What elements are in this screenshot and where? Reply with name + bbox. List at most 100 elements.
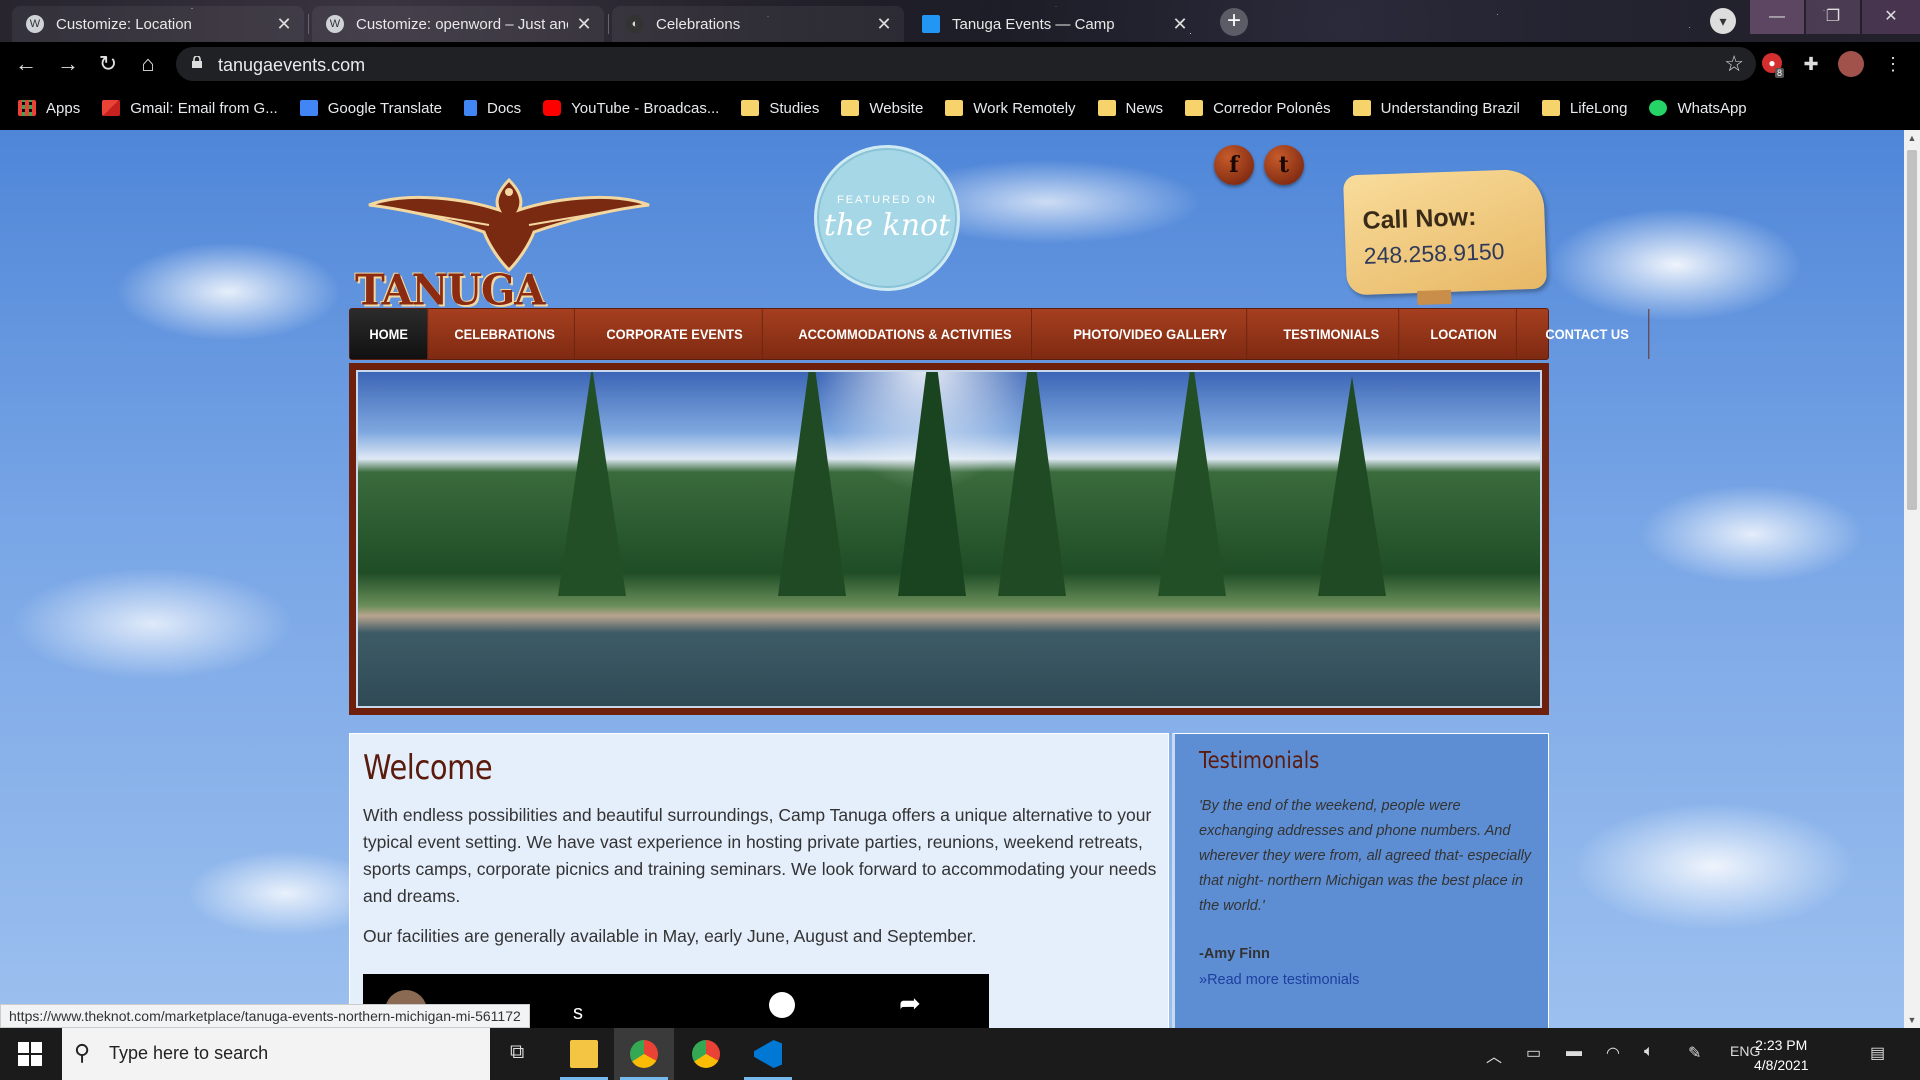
back-icon[interactable]: ← <box>10 48 42 80</box>
bookmark-whatsapp[interactable]: WhatsApp <box>1649 100 1747 117</box>
watch-later-icon[interactable] <box>769 992 795 1018</box>
battery-icon[interactable]: ▬ <box>1566 1043 1582 1061</box>
pine-tree <box>558 372 626 596</box>
scrollbar-thumb[interactable] <box>1907 150 1917 510</box>
bookmark-google-translate[interactable]: Google Translate <box>299 99 442 117</box>
avatar[interactable] <box>1838 51 1864 77</box>
forward-icon[interactable]: → <box>52 48 84 80</box>
read-more-testimonials-link[interactable]: »Read more testimonials <box>1199 972 1359 988</box>
bookmark-folder-studies[interactable]: Studies <box>741 100 819 117</box>
scroll-up-icon[interactable]: ▲ <box>1904 130 1920 146</box>
clock-time: 2:23 PM <box>1755 1037 1808 1053</box>
translate-icon <box>299 100 318 116</box>
nav-testimonials[interactable]: TESTIMONIALS <box>1264 309 1400 359</box>
testimonials-heading: Testimonials <box>1199 748 1320 774</box>
nav-accommodations-activities[interactable]: ACCOMMODATIONS & ACTIVITIES <box>779 309 1032 359</box>
page-viewport: TANUGA EVENTS FEATURED ON the knot f t C… <box>0 130 1904 1028</box>
availability-paragraph: Our facilities are generally available i… <box>363 926 977 946</box>
welcome-paragraph: With endless possibilities and beautiful… <box>363 805 1157 906</box>
welcome-heading: Welcome <box>363 748 493 788</box>
tab-tanuga-events[interactable]: Tanuga Events — Camp ✕ <box>908 6 1200 42</box>
bookmark-label: LifeLong <box>1569 99 1628 117</box>
bookmark-star-icon[interactable]: ☆ <box>1724 51 1744 77</box>
bookmark-folder-corredor-polones[interactable]: Corredor Polonês <box>1185 100 1331 117</box>
task-view-button[interactable]: ⧉ <box>490 1028 550 1080</box>
lock-icon <box>192 56 202 68</box>
pine-tree <box>1158 372 1226 596</box>
bookmark-docs[interactable]: Docs <box>463 100 521 117</box>
extensions-puzzle-icon[interactable]: ✚ <box>1798 51 1824 77</box>
call-now-label: Call Now: <box>1362 202 1477 235</box>
minimize-button[interactable]: — <box>1750 0 1804 34</box>
twitter-icon[interactable]: t <box>1264 145 1304 185</box>
share-icon[interactable]: ➦ <box>899 988 921 1019</box>
tab-close-icon[interactable]: ✕ <box>576 14 592 35</box>
tab-close-icon[interactable]: ✕ <box>876 14 892 35</box>
taskbar-chrome-active[interactable] <box>614 1028 674 1080</box>
tab-close-icon[interactable]: ✕ <box>1172 14 1188 35</box>
clock-date: 4/8/2021 <box>1754 1057 1809 1073</box>
vscode-icon <box>754 1040 782 1068</box>
tab-customize-location[interactable]: W Customize: Location ✕ <box>12 6 304 42</box>
taskbar-search[interactable]: ⚲ Type here to search <box>62 1028 490 1080</box>
taskbar-file-explorer[interactable] <box>554 1028 614 1080</box>
bookmark-folder-lifelong[interactable]: LifeLong <box>1541 99 1628 117</box>
bookmark-folder-news[interactable]: News <box>1097 100 1163 117</box>
notifications-icon[interactable]: ▤ <box>1870 1043 1885 1063</box>
nav-photo-video-gallery[interactable]: PHOTO/VIDEO GALLERY <box>1054 309 1247 359</box>
the-knot-badge[interactable]: FEATURED ON the knot <box>814 145 960 291</box>
knot-featured-label: FEATURED ON <box>836 194 938 206</box>
menu-kebab-icon[interactable]: ⋮ <box>1880 51 1906 77</box>
windows-start-icon[interactable] <box>18 1042 42 1066</box>
facebook-icon[interactable]: f <box>1214 145 1254 185</box>
tab-divider <box>308 14 309 34</box>
bookmark-label: Google Translate <box>327 99 442 117</box>
system-clock[interactable]: 2:23 PM 4/8/2021 <box>1754 1035 1809 1075</box>
volume-icon[interactable]: 🔈︎ <box>1644 1043 1654 1061</box>
page-scrollbar[interactable]: ▲ ▼ <box>1904 130 1920 1028</box>
site-favicon-icon: ◐ <box>626 15 644 33</box>
bookmark-folder-work-remotely[interactable]: Work Remotely <box>945 100 1076 117</box>
close-window-button[interactable]: ✕ <box>1862 0 1920 34</box>
bookmark-folder-understanding-brazil[interactable]: Understanding Brazil <box>1352 99 1520 117</box>
nav-celebrations[interactable]: CELEBRATIONS <box>435 309 576 359</box>
bookmark-folder-website[interactable]: Website <box>841 100 923 117</box>
nav-location[interactable]: LOCATION <box>1411 309 1517 359</box>
wordpress-icon: W <box>326 15 344 33</box>
youtube-icon <box>543 100 562 116</box>
tab-close-icon[interactable]: ✕ <box>276 14 292 35</box>
nav-home[interactable]: HOME <box>350 309 429 359</box>
home-icon[interactable]: ⌂ <box>132 48 164 80</box>
testimonial-author: -Amy Finn <box>1199 946 1270 962</box>
tray-chevron-up-icon[interactable]: ︿ <box>1486 1043 1502 1067</box>
tab-search-icon[interactable]: ▾ <box>1710 8 1736 34</box>
bookmark-apps[interactable]: Apps <box>18 100 80 117</box>
address-bar[interactable]: tanugaevents.com ☆ <box>176 47 1756 81</box>
whatsapp-icon <box>1649 100 1668 116</box>
bookmark-gmail[interactable]: Gmail: Email from G... <box>102 100 278 117</box>
sign-post <box>1417 289 1452 306</box>
scroll-down-icon[interactable]: ▼ <box>1904 1012 1920 1028</box>
nav-corporate-events[interactable]: CORPORATE EVENTS <box>587 309 764 359</box>
pen-icon[interactable]: ✎ <box>1688 1043 1701 1063</box>
nav-contact-us[interactable]: CONTACT US <box>1526 309 1650 359</box>
taskbar-vscode[interactable] <box>738 1028 798 1080</box>
bookmark-youtube[interactable]: YouTube - Broadcas... <box>543 100 719 117</box>
windows-taskbar: ⚲ Type here to search ⧉ ︿ ▭ ▬ ◠ 🔈︎ ✎ ENG… <box>0 1028 1920 1080</box>
wifi-icon[interactable]: ◠ <box>1606 1043 1620 1063</box>
site-favicon-icon <box>922 15 940 33</box>
testimonials-sidebar: Testimonials 'By the end of the weekend,… <box>1172 733 1549 1028</box>
taskbar-chrome-2[interactable] <box>676 1028 736 1080</box>
apps-grid-icon <box>18 100 36 116</box>
search-icon: ⚲ <box>74 1040 91 1065</box>
site-logo[interactable]: TANUGA EVENTS <box>349 170 669 364</box>
reload-icon[interactable]: ↻ <box>92 48 124 80</box>
phone-number[interactable]: 248.258.9150 <box>1363 238 1505 270</box>
bookmark-label: Understanding Brazil <box>1380 99 1520 117</box>
tab-customize-openword[interactable]: W Customize: openword – Just anc ✕ <box>312 6 604 42</box>
tab-celebrations[interactable]: ◐ Celebrations ✕ <box>612 6 904 42</box>
tray-device-icon[interactable]: ▭ <box>1526 1043 1541 1063</box>
maximize-button[interactable]: ❐ <box>1806 0 1860 34</box>
hero-banner <box>349 363 1549 715</box>
new-tab-button[interactable]: + <box>1220 8 1248 36</box>
